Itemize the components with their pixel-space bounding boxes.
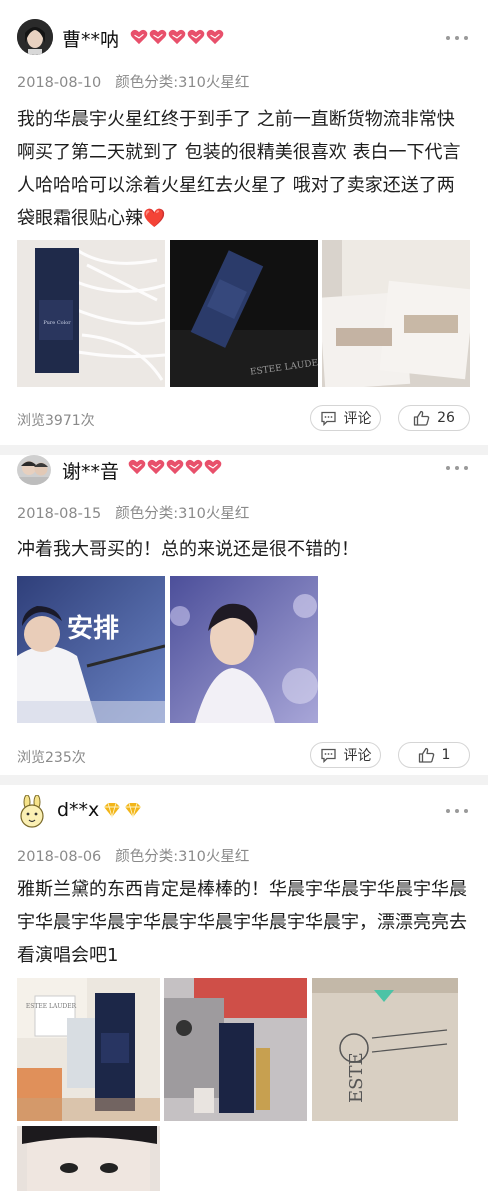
more-options-icon[interactable] xyxy=(446,808,468,814)
username[interactable]: d**x xyxy=(57,799,99,821)
review-photo[interactable]: ESTEE LAUDER xyxy=(170,240,318,387)
review-text: 冲着我大哥买的！总的来说还是很不错的！ xyxy=(17,539,359,560)
diamond-badge-icon xyxy=(125,802,141,818)
like-count: 1 xyxy=(441,747,451,763)
review-photo[interactable]: 安排 xyxy=(17,576,165,723)
review-date: 2018-08-10 xyxy=(17,75,102,91)
comment-icon xyxy=(320,748,336,763)
like-count: 26 xyxy=(437,410,455,426)
avatar[interactable] xyxy=(17,19,53,55)
more-options-icon[interactable] xyxy=(446,465,468,471)
color-variant: 颜色分类:310火星红 xyxy=(115,849,250,865)
review-photo[interactable]: ESTE xyxy=(312,978,458,1121)
heart-badge-icon xyxy=(187,29,205,45)
divider xyxy=(0,445,488,455)
heart-badge-icon xyxy=(149,29,167,45)
review-photo[interactable] xyxy=(322,240,470,387)
svg-text:Pure Color: Pure Color xyxy=(43,320,71,326)
thumbs-up-icon xyxy=(413,410,430,426)
heart-badge-icon xyxy=(206,29,224,45)
review-card: 谢**音 2018-08-15 颜色分类:310火星红 冲着我大哥买的！总的来说还… xyxy=(0,455,488,775)
comment-icon xyxy=(320,411,336,426)
color-variant: 颜色分类:310火星红 xyxy=(115,75,250,91)
username[interactable]: 谢**音 xyxy=(62,457,119,484)
divider xyxy=(0,775,488,785)
review-date: 2018-08-15 xyxy=(17,506,102,522)
review-meta: 2018-08-10 颜色分类:310火星红 xyxy=(17,71,249,92)
heart-badge-icon xyxy=(166,459,184,475)
review-photo[interactable] xyxy=(17,1126,160,1191)
heart-badge-icon xyxy=(185,459,203,475)
heart-badge-icon xyxy=(128,459,146,475)
view-count: 浏览235次 xyxy=(17,750,86,766)
like-button[interactable]: 26 xyxy=(398,405,470,431)
review-text: 我的华晨宇火星红终于到手了 之前一直断货物流非常快啊买了第二天就到了 包装的很精… xyxy=(17,109,461,229)
like-button[interactable]: 1 xyxy=(398,742,470,768)
diamond-badge-icon xyxy=(104,802,120,818)
review-date: 2018-08-06 xyxy=(17,849,102,865)
review-photo[interactable] xyxy=(164,978,307,1121)
comment-button[interactable]: 评论 xyxy=(310,405,381,431)
color-variant: 颜色分类:310火星红 xyxy=(115,506,250,522)
review-meta: 2018-08-06 颜色分类:310火星红 xyxy=(17,845,249,866)
heart-badge-icon xyxy=(130,29,148,45)
heart-badge-icon xyxy=(204,459,222,475)
svg-text:ESTEE LAUDER: ESTEE LAUDER xyxy=(26,1003,77,1010)
comment-label: 评论 xyxy=(343,748,372,764)
thumbs-up-icon xyxy=(418,747,434,763)
more-options-icon[interactable] xyxy=(446,35,468,41)
review-text: 雅斯兰黛的东西肯定是棒棒的！华晨宇华晨宇华晨宇华晨宇华晨宇华晨宇华晨宇华晨宇华晨… xyxy=(17,879,467,966)
username[interactable]: 曹**呐 xyxy=(62,25,119,52)
review-photo[interactable]: Pure Color xyxy=(17,240,165,387)
review-meta: 2018-08-15 颜色分类:310火星红 xyxy=(17,502,249,523)
view-count: 浏览3971次 xyxy=(17,413,95,429)
member-badges xyxy=(130,29,224,45)
heart-emoji: ❤️ xyxy=(143,208,166,229)
heart-badge-icon xyxy=(168,29,186,45)
review-card: d**x 2018-08-06 颜色分类:310火星红 雅斯兰黛的东西肯定是棒棒的… xyxy=(0,785,488,1191)
svg-text:ESTE: ESTE xyxy=(346,1052,367,1103)
member-badges xyxy=(128,459,222,475)
review-photo[interactable]: ESTEE LAUDER xyxy=(17,978,160,1121)
review-card: 曹**呐 2018-08-10 颜色分类:310火星红 我的华晨宇火星红终于到手了… xyxy=(0,0,488,445)
avatar[interactable] xyxy=(17,795,47,829)
comment-button[interactable]: 评论 xyxy=(310,742,381,768)
member-badges xyxy=(103,802,142,818)
review-photo[interactable] xyxy=(170,576,318,723)
photo-caption: 安排 xyxy=(67,614,120,644)
comment-label: 评论 xyxy=(343,411,372,427)
avatar[interactable] xyxy=(17,455,51,485)
heart-badge-icon xyxy=(147,459,165,475)
